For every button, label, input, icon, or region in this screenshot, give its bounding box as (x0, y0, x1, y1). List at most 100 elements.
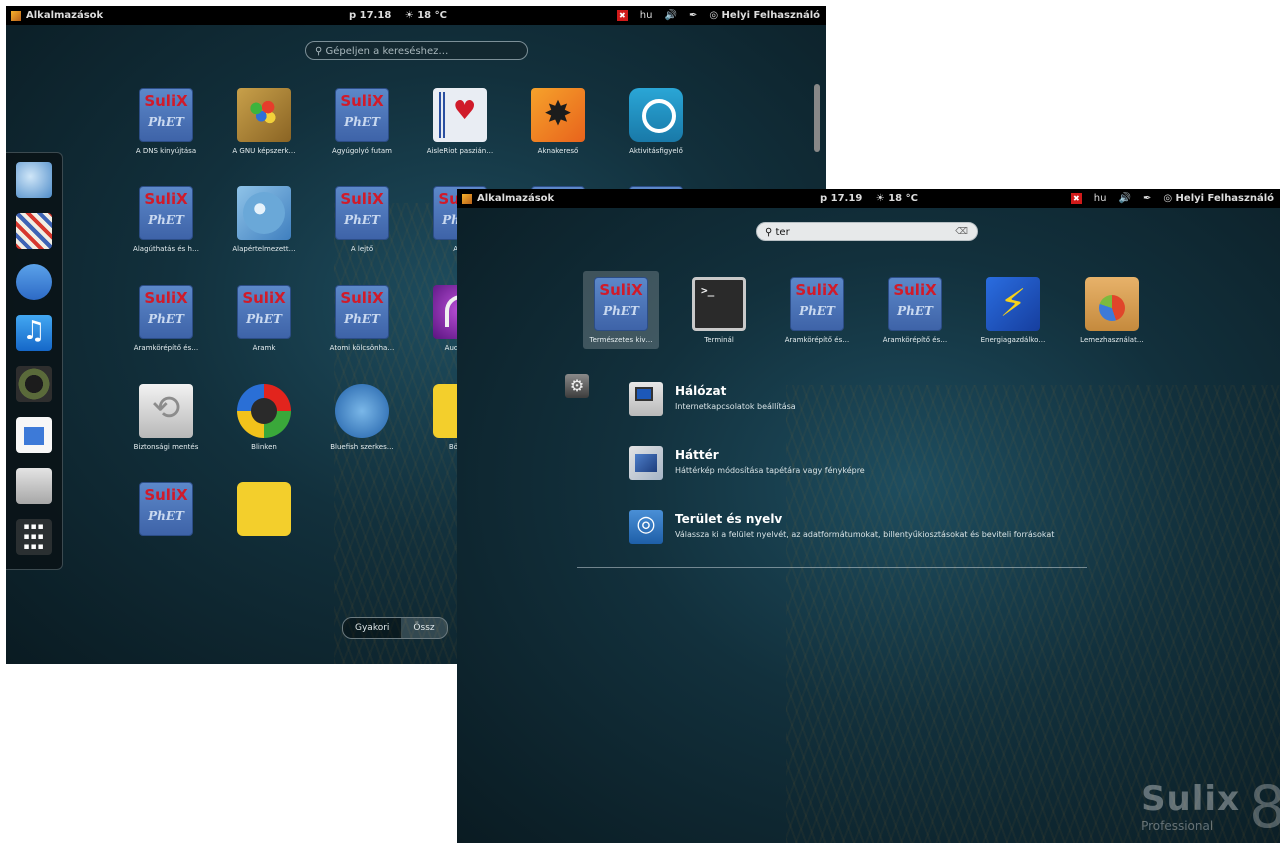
dash-writer-icon[interactable] (16, 417, 52, 453)
weather-icon: ☀ (404, 10, 414, 21)
app-menu-icon (11, 10, 21, 21)
app-tile[interactable]: A GNU képszerk… (224, 88, 304, 155)
region-settings-icon (629, 510, 663, 544)
app-label: A GNU képszerk… (232, 147, 296, 155)
tab-frequent[interactable]: Gyakori (343, 618, 402, 638)
activities-label: Alkalmazások (477, 193, 555, 204)
pen-icon[interactable]: ✒ (1143, 189, 1151, 208)
accessibility-icon[interactable]: ✖ (1070, 193, 1082, 204)
weather-icon: ☀ (875, 193, 885, 204)
user-name: Helyi Felhasználó (1175, 193, 1274, 204)
app-tile[interactable]: Biztonsági mentés (126, 384, 206, 451)
search-result-tile[interactable]: SuliX PhET Áramkörépítő és… (777, 277, 857, 344)
top-bar: Alkalmazások p 17.18 ☀ 18 °C ✖ hu 🔊 ✒ ◎ … (6, 6, 826, 25)
weather-temp: 18 °C (888, 193, 918, 204)
keyboard-layout[interactable]: hu (1094, 189, 1107, 208)
app-label: Alapértelmezett… (232, 245, 296, 253)
settings-description: Válassza ki a felület nyelvét, az adatfo… (675, 530, 1055, 539)
settings-title: Terület és nyelv (675, 512, 783, 526)
app-tile[interactable]: Blinken (224, 384, 304, 451)
settings-result[interactable]: Hálózat Internetkapcsolatok beállítása (629, 382, 1149, 418)
system-tray: ✖ hu 🔊 ✒ ◎ Helyi Felhasználó (1070, 189, 1274, 208)
app-tile[interactable]: SuliXPhET Áramkörépítő és… (126, 285, 206, 352)
search-result-tile[interactable]: SuliX PhET Természetes kiv… (581, 277, 661, 344)
terminal-icon (692, 277, 746, 331)
energy-icon (986, 277, 1040, 331)
sulix-icon: SuliXPhET (335, 285, 389, 339)
app-tile[interactable]: SuliX PhET Áramk (224, 285, 304, 352)
activities-label: Alkalmazások (26, 10, 104, 21)
view-switcher: Gyakori Össz (342, 617, 448, 639)
volume-icon[interactable]: 🔊 (664, 6, 676, 25)
activities-button[interactable]: Alkalmazások (11, 6, 103, 25)
app-tile[interactable]: SuliX PhET Ágyúgolyó futam (322, 88, 402, 155)
search-icon: ⚲ (315, 46, 326, 57)
dash-chat-icon[interactable] (16, 264, 52, 300)
brand-version: 8 (1249, 773, 1280, 841)
settings-result[interactable]: Terület és nyelv Válassza ki a felület ny… (629, 510, 1149, 546)
app-tile[interactable]: SuliX PhET (126, 482, 206, 541)
activities-button[interactable]: Alkalmazások (462, 189, 554, 208)
app-tile[interactable]: SuliX PhET A lejtő (322, 186, 402, 253)
dash-globe-icon[interactable] (16, 162, 52, 198)
clear-search-icon[interactable]: ⌫ (955, 223, 968, 242)
search-result-tile[interactable]: Lemezhasználat… (1072, 277, 1152, 344)
search-placeholder: Gépeljen a kereséshez… (325, 46, 449, 57)
keyboard-layout[interactable]: hu (640, 6, 653, 25)
search-result-tile[interactable]: Energiagazdálko… (973, 277, 1053, 344)
app-label: Atomi kölcsönha… (329, 344, 395, 352)
dash-cabinet-icon[interactable] (16, 468, 52, 504)
search-icon: ⚲ (765, 227, 776, 238)
app-tile[interactable]: Aktivitásfigyelő (616, 88, 696, 155)
user-menu[interactable]: ◎ Helyi Felhasználó (709, 6, 820, 25)
app-tile[interactable]: Alapértelmezett… (224, 186, 304, 253)
folder-icon (1085, 277, 1139, 331)
volume-icon[interactable]: 🔊 (1118, 189, 1130, 208)
app-label: Blinken (251, 443, 277, 451)
app-label: Aknakereső (537, 147, 579, 155)
app-tile[interactable] (224, 482, 304, 541)
settings-result[interactable]: Háttér Háttérkép módosítása tapétára vagy… (629, 446, 1149, 482)
search-result-label: Áramkörépítő és… (784, 336, 850, 344)
app-tile[interactable]: SuliX PhET Alagúthatás és h… (126, 186, 206, 253)
app-label: Biztonsági mentés (133, 443, 199, 451)
system-tray: ✖ hu 🔊 ✒ ◎ Helyi Felhasználó (616, 6, 820, 25)
sulix-icon: SuliXPhET (335, 186, 389, 240)
clock[interactable]: p 17.19 ☀ 18 °C (820, 189, 918, 208)
dash-music-icon[interactable] (16, 315, 52, 351)
app-tile[interactable]: Aknakereső (518, 88, 598, 155)
accessibility-icon[interactable]: ✖ (616, 10, 628, 21)
clock-time: p 17.18 (349, 10, 392, 21)
clock-time: p 17.19 (820, 193, 863, 204)
kfly-icon (237, 482, 291, 536)
search-input[interactable]: ⚲ ter ⌫ (756, 222, 978, 241)
dash-webcam-icon[interactable] (16, 366, 52, 402)
app-tile[interactable]: AisleRiot paszián… (420, 88, 500, 155)
clock[interactable]: p 17.18 ☀ 18 °C (349, 6, 447, 25)
app-label: Aktivitásfigyelő (629, 147, 683, 155)
app-label: Áramkörépítő és… (133, 344, 199, 352)
dash-mail-icon[interactable] (16, 213, 52, 249)
sulix-icon: SuliXPhET (594, 277, 648, 331)
pen-icon[interactable]: ✒ (689, 6, 697, 25)
app-tile[interactable]: Bluefish szerkes… (322, 384, 402, 451)
sulix-icon: SuliXPhET (139, 482, 193, 536)
mine-icon (531, 88, 585, 142)
weather-temp: 18 °C (417, 10, 447, 21)
app-label: Bluefish szerkes… (330, 443, 394, 451)
sulix-icon: SuliXPhET (888, 277, 942, 331)
user-menu[interactable]: ◎ Helyi Felhasználó (1163, 189, 1274, 208)
app-tile[interactable]: SuliX PhET Atomi kölcsönha… (322, 285, 402, 352)
settings-provider-icon[interactable]: ⚙ (565, 374, 589, 398)
sulix-icon: SuliXPhET (139, 88, 193, 142)
tab-all[interactable]: Össz (401, 618, 447, 638)
show-apps-icon[interactable] (16, 519, 52, 555)
globe-icon (237, 186, 291, 240)
search-input[interactable]: ⚲ Gépeljen a kereséshez… (305, 41, 528, 60)
search-result-tile[interactable]: Terminál (679, 277, 759, 344)
search-result-tile[interactable]: SuliX PhET Áramkörépítő és… (875, 277, 955, 344)
scrollbar[interactable] (814, 84, 820, 152)
timemachine-icon (139, 384, 193, 438)
app-tile[interactable]: SuliX PhET A DNS kinyújtása (126, 88, 206, 155)
activity-icon (629, 88, 683, 142)
